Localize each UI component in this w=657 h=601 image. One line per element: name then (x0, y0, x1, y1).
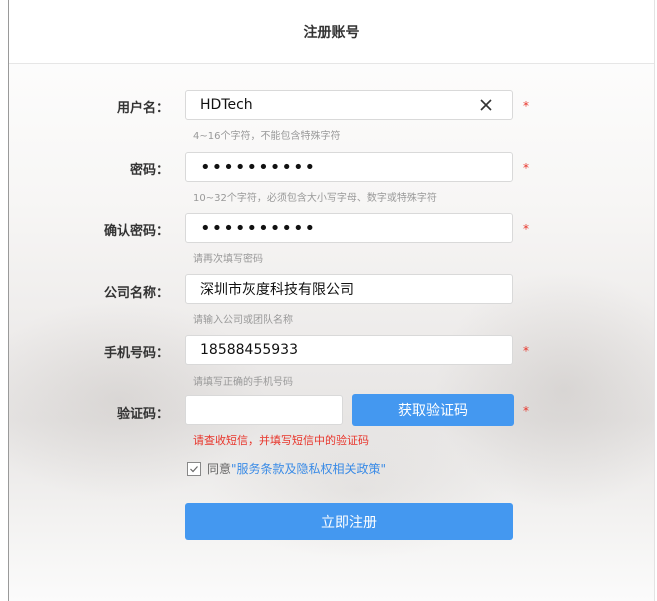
page-title: 注册账号 (303, 24, 360, 41)
phone-field[interactable]: 18588455933 (185, 335, 513, 365)
register-button[interactable]: 立即注册 (185, 503, 513, 540)
confirm-password-value: •••••••••• (200, 217, 317, 239)
register-panel: 注册账号 用户名： HDTech * 4~16个字符，不能包含特殊字符 密码： … (8, 0, 655, 601)
code-field[interactable] (185, 395, 343, 425)
terms-link[interactable]: "服务条款及隐私权相关政策" (231, 460, 386, 477)
required-mark: * (523, 404, 529, 418)
code-label: 验证码： (116, 407, 169, 422)
phone-label: 手机号码： (103, 346, 169, 361)
password-value: •••••••••• (200, 156, 317, 178)
confirm-password-label: 确认密码： (103, 224, 169, 239)
username-value: HDTech (200, 97, 253, 113)
password-label: 密码： (129, 163, 169, 178)
code-hint: 请查收短信，并填写短信中的验证码 (193, 434, 369, 447)
company-field[interactable]: 深圳市灰度科技有限公司 (185, 274, 513, 304)
agreement-prefix: 同意 (207, 462, 232, 476)
username-hint: 4~16个字符，不能包含特殊字符 (193, 131, 341, 142)
company-hint: 请输入公司或团队名称 (193, 315, 293, 326)
required-mark: * (523, 161, 529, 175)
phone-value: 18588455933 (200, 342, 298, 358)
phone-hint: 请填写正确的手机号码 (193, 377, 293, 388)
company-value: 深圳市灰度科技有限公司 (200, 282, 354, 298)
password-field[interactable]: •••••••••• (185, 152, 513, 182)
agreement-row: 同意 "服务条款及隐私权相关政策" (187, 460, 386, 477)
password-hint: 10~32个字符，必须包含大小写字母、数字或特殊字符 (193, 193, 437, 204)
checkmark-icon (190, 465, 198, 472)
confirm-password-hint: 请再次填写密码 (193, 254, 263, 265)
required-mark: * (523, 344, 529, 358)
required-mark: * (523, 222, 529, 236)
page-header: 注册账号 (9, 0, 654, 64)
company-label: 公司名称： (103, 286, 169, 301)
required-mark: * (523, 99, 529, 113)
username-label: 用户名： (116, 101, 169, 116)
username-field[interactable]: HDTech (185, 90, 513, 120)
agreement-checkbox[interactable] (187, 461, 201, 476)
get-code-button[interactable]: 获取验证码 (352, 394, 514, 426)
close-icon[interactable] (478, 97, 494, 113)
confirm-password-field[interactable]: •••••••••• (185, 213, 513, 243)
